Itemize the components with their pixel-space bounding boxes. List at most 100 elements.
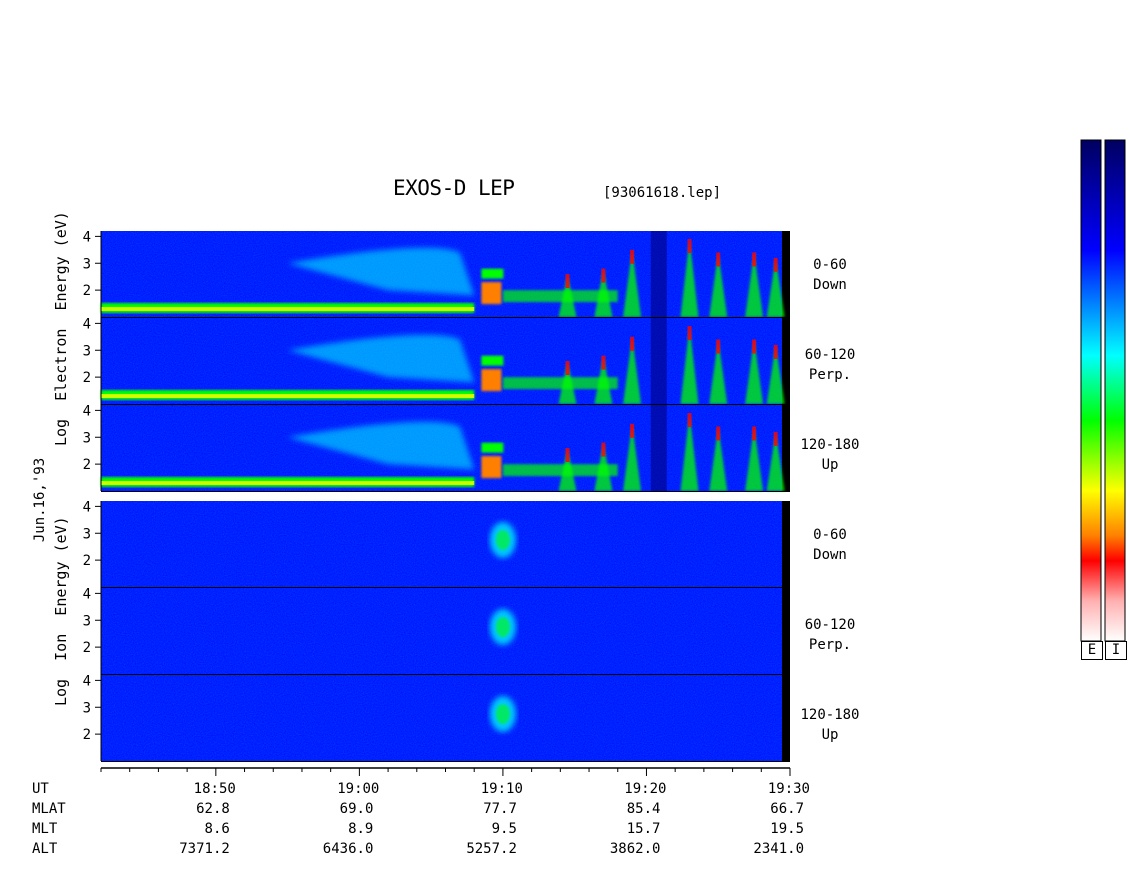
y-tick-label: 2 [83,457,91,473]
pitch-direction: Up [821,727,839,743]
spike-peak [687,326,692,341]
pitch-label-i-perp: 60-120 Perp. [785,615,875,655]
orbit-cell-alt: 7371.2 [179,841,230,857]
colorbar-i-label: I [1105,641,1127,660]
y-tick-label: 2 [83,640,91,656]
spike-peak [687,413,692,428]
pitch-label-e-perp: 60-120 Perp. [785,345,875,385]
pitch-range: 0-60 [813,257,847,273]
colorbar-e-label: E [1081,641,1103,660]
low-energy-core [101,307,475,311]
y-tick-label: 3 [83,526,91,542]
orbit-cell-ut: 18:50 [193,781,236,797]
colorbar-i [1104,139,1126,642]
orbit-cell-mlat: 85.4 [626,801,661,817]
spike-peak [752,339,757,354]
ion-ylabel: Log Ion Energy (eV) [52,516,70,706]
orbit-cell-mlt: 8.9 [348,821,374,837]
orbit-cell-mlat: 66.7 [770,801,804,817]
gap [650,405,667,491]
spike-peak [716,426,721,441]
colorbar-e [1080,139,1102,642]
orbit-cell-ut: 19:20 [624,781,667,797]
ion-ylabel-unit: Energy (eV) [52,516,70,616]
spike-peak [716,339,721,354]
spike-peak [773,344,778,359]
spike-peak [630,423,635,438]
hot-spot-halo [481,268,504,279]
ion-panel-0 [101,501,790,587]
pitch-range: 0-60 [813,527,847,543]
y-tick-label: 3 [83,430,91,446]
hot-spot [481,456,502,479]
orbit-cell-ut: 19:30 [767,781,810,797]
electron-panel-1 [101,318,790,404]
spike-peak [601,442,606,457]
ion-blob-core [495,529,510,550]
orbit-cell-mlt: 8.6 [204,821,230,837]
ion-ylabel-species: Ion [52,633,70,661]
orbit-cell-alt: 3862.0 [609,841,661,857]
orbit-cell-alt: 6436.0 [322,841,374,857]
electron-panel-0 [101,231,790,317]
y-tick-label: 2 [83,553,91,569]
y-tick-label: 4 [83,673,91,689]
orbit-cell-mlt: 9.5 [491,821,517,837]
pitch-direction: Perp. [808,637,852,653]
spike-peak [752,252,757,267]
row-label-mlt: MLT [32,821,58,837]
electron-ylabel-species: Electron [52,328,70,401]
orbit-cell-mlat: 69.0 [339,801,374,817]
spike-peak [716,252,721,267]
orbit-cell-mlat: 77.7 [483,801,517,817]
spike-peak [773,431,778,446]
spike-peak [565,274,570,288]
spike-peak [773,257,778,272]
spike-peak [687,239,692,254]
y-tick-label: 4 [83,499,91,515]
gap [650,318,667,404]
electron-panel-2 [101,405,790,491]
ion-ylabel-log: Log [52,678,70,706]
y-tick-label: 4 [83,586,91,602]
spike-peak [630,336,635,351]
pitch-direction: Up [821,457,839,473]
pitch-range: 60-120 [804,347,856,363]
pitch-range: 120-180 [800,707,860,723]
panel-noise [101,501,782,587]
hot-spot [481,282,502,305]
pitch-range: 120-180 [800,437,860,453]
pitch-label-i-up: 120-180 Up [785,705,875,745]
pitch-label-i-down: 0-60 Down [785,525,875,565]
pitch-label-e-up: 120-180 Up [785,435,875,475]
y-tick-label: 2 [83,283,91,299]
spike-peak [565,448,570,462]
y-tick-label: 3 [83,256,91,272]
pitch-direction: Perp. [808,367,852,383]
y-tick-label: 3 [83,700,91,716]
ion-blob-core [495,616,510,637]
ion-panel-1 [101,588,790,674]
y-tick-label: 3 [83,343,91,359]
orbit-cell-mlat: 62.8 [196,801,230,817]
low-energy-core [101,481,475,485]
date-label: Jun.16,'93 [32,457,48,543]
orbit-cell-alt: 2341.0 [753,841,804,857]
panel-noise [101,675,782,761]
row-label-alt: ALT [32,841,58,857]
y-tick-label: 4 [83,403,91,419]
hot-spot-halo [481,442,504,453]
ion-panel-2 [101,675,790,761]
panel-noise [101,588,782,674]
pitch-label-e-down: 0-60 Down [785,255,875,295]
spike-peak [630,249,635,264]
y-tick-label: 3 [83,613,91,629]
y-tick-label: 4 [83,229,91,245]
electron-ylabel: Log Electron Energy (eV) [52,211,70,446]
orbit-cell-mlt: 15.7 [626,821,661,837]
row-label-ut: UT [32,781,49,797]
spike-peak [601,268,606,283]
electron-ylabel-unit: Energy (eV) [52,211,70,311]
row-label-mlat: MLAT [32,801,66,817]
spectrogram-plot: 4 3 2 4 3 2 4 3 2 4 3 2 4 3 2 4 3 2 [83,139,1126,776]
